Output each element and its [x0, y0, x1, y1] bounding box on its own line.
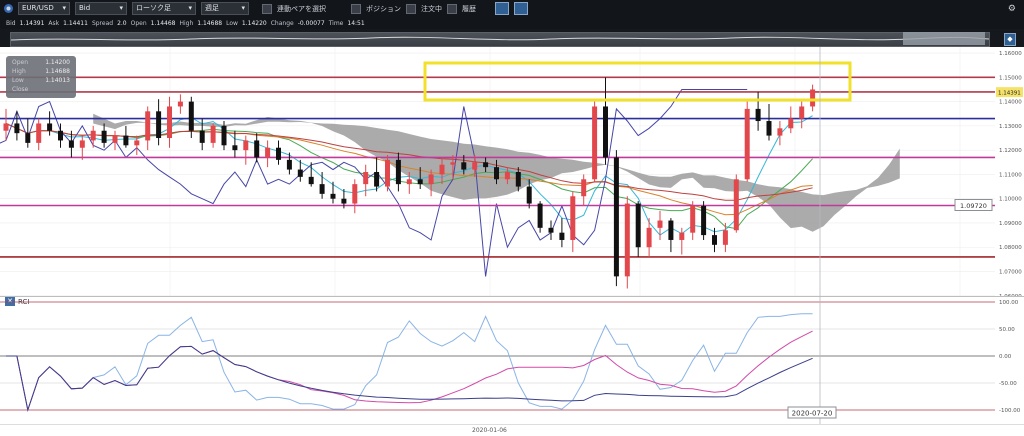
ohlc-open-label: Open — [12, 59, 28, 66]
price-type-label: Bid — [79, 4, 91, 12]
position-label: ポジション — [366, 4, 401, 13]
change-label: Change — [270, 19, 294, 27]
ohlc-low-label: Low — [12, 77, 24, 84]
time-value: 14:51 — [347, 19, 365, 27]
y-tick-label: 1.13000 — [999, 124, 1022, 130]
bid-label: Bid — [6, 19, 16, 27]
chevron-down-icon: ▾ — [188, 4, 192, 12]
symbol-select[interactable]: EUR/USD ▾ — [18, 2, 70, 15]
quote-bar: Bid 1.14391 Ask 1.14411 Spread 2.0 Open 1.14… — [0, 17, 1024, 29]
chevron-down-icon: ▾ — [241, 4, 245, 12]
ask-label: Ask — [48, 19, 60, 27]
high-label: High — [179, 19, 194, 27]
rci-axis: 100.00 50.00 0.00 -50.00 -100.00 — [999, 300, 1021, 414]
ohlc-low-value: 1.14013 — [45, 77, 70, 84]
gear-icon[interactable]: ⚙ — [1008, 4, 1016, 14]
ohlc-panel: Open 1.14200 High 1.14688 Low 1.14013 Cl… — [6, 56, 76, 98]
y-tick-label: 1.15000 — [999, 75, 1022, 81]
rci-y-tick-label: -100.00 — [999, 408, 1021, 414]
rci-grid — [0, 301, 995, 411]
save-chart-icon[interactable] — [495, 2, 509, 15]
ohlc-open-value: 1.14200 — [45, 59, 70, 66]
low-label: Low — [226, 19, 238, 27]
rci-mid-line — [6, 330, 813, 412]
ohlc-close-label: Close — [12, 86, 29, 93]
open-label: Open — [130, 19, 147, 27]
candle — [701, 201, 707, 240]
y-tick-label: 1.12000 — [999, 148, 1022, 154]
y-tick-label: 1.14000 — [999, 100, 1022, 106]
rci-chart[interactable]: 100.00 50.00 0.00 -50.00 -100.00 2020-07-20 — [0, 296, 1024, 424]
timeframe-select[interactable]: 週足 ▾ — [201, 2, 249, 15]
time-axis: 2020-01-06 — [0, 424, 1024, 436]
ohlc-high-value: 1.14688 — [45, 68, 70, 75]
rci-y-tick-label: 0.00 — [999, 354, 1012, 360]
symbol-label: EUR/USD — [22, 4, 54, 12]
crosshair-date-label: 2020-07-20 — [792, 410, 833, 418]
rci-y-tick-label: 100.00 — [999, 300, 1019, 306]
bid-value: 1.14391 — [19, 19, 45, 27]
open-value: 1.14468 — [150, 19, 176, 27]
scroll-button-icon[interactable]: ◆ — [1004, 33, 1016, 46]
layout-icon[interactable] — [514, 2, 528, 15]
navigator: ◆ — [0, 29, 1024, 48]
y-tick-label: 1.11000 — [999, 172, 1022, 178]
navigator-line — [11, 36, 989, 41]
position-checkbox[interactable] — [351, 3, 361, 14]
chart-kind-label: ローソク足 — [136, 4, 171, 12]
y-tick-label: 1.16000 — [999, 51, 1022, 57]
spread-label: Spread — [91, 19, 114, 27]
y-tick-label: 1.07000 — [999, 270, 1022, 276]
y-tick-label: 1.10000 — [999, 197, 1022, 203]
price-type-select[interactable]: Bid ▾ — [75, 2, 127, 15]
chevron-down-icon: ▾ — [62, 4, 66, 12]
low-value: 1.14220 — [241, 19, 267, 27]
candle — [733, 174, 739, 233]
ask-value: 1.14411 — [63, 19, 88, 27]
orders-checkbox[interactable] — [406, 3, 416, 14]
history-label: 履歴 — [462, 4, 476, 13]
timeframe-label: 週足 — [205, 4, 219, 12]
candle — [613, 150, 619, 287]
time-label: Time — [328, 19, 344, 27]
history-checkbox[interactable] — [447, 3, 457, 14]
change-value: -0.00077 — [297, 19, 325, 27]
rci-lines — [6, 313, 813, 412]
flag-icon — [4, 4, 13, 13]
ohlc-high-label: High — [12, 68, 26, 75]
navigator-thumb[interactable] — [903, 32, 985, 45]
candle — [385, 155, 390, 192]
chevron-down-icon: ▾ — [119, 4, 123, 12]
candle — [744, 101, 750, 182]
candle — [592, 101, 598, 182]
x-tick-label: 2020-01-06 — [472, 427, 507, 434]
rci-short-line — [6, 313, 813, 412]
spread-value: 2.0 — [117, 19, 127, 27]
top-toolbar: EUR/USD ▾ Bid ▾ ローソク足 ▾ 週足 ▾ 連動ペアを選択 ポジション 注… — [0, 0, 1024, 17]
rci-y-tick-label: 50.00 — [999, 327, 1015, 333]
rci-y-tick-label: -50.00 — [999, 381, 1017, 387]
candle — [624, 196, 630, 289]
orders-label: 注文中 — [421, 4, 442, 13]
level-label: 1.09720 — [960, 202, 987, 210]
current-price-label: 1.14391 — [998, 91, 1021, 97]
y-tick-label: 1.08000 — [999, 245, 1022, 251]
y-tick-label: 1.09000 — [999, 221, 1022, 227]
linked-pair-checkbox[interactable] — [262, 3, 272, 14]
navigator-strip[interactable] — [10, 32, 990, 47]
linked-pair-label: 連動ペアを選択 — [277, 4, 326, 13]
price-chart[interactable]: 1.16000 1.15000 1.14000 1.13000 1.12000 1.110… — [0, 47, 1024, 297]
chart-kind-select[interactable]: ローソク足 ▾ — [132, 2, 196, 15]
high-value: 1.14688 — [197, 19, 223, 27]
